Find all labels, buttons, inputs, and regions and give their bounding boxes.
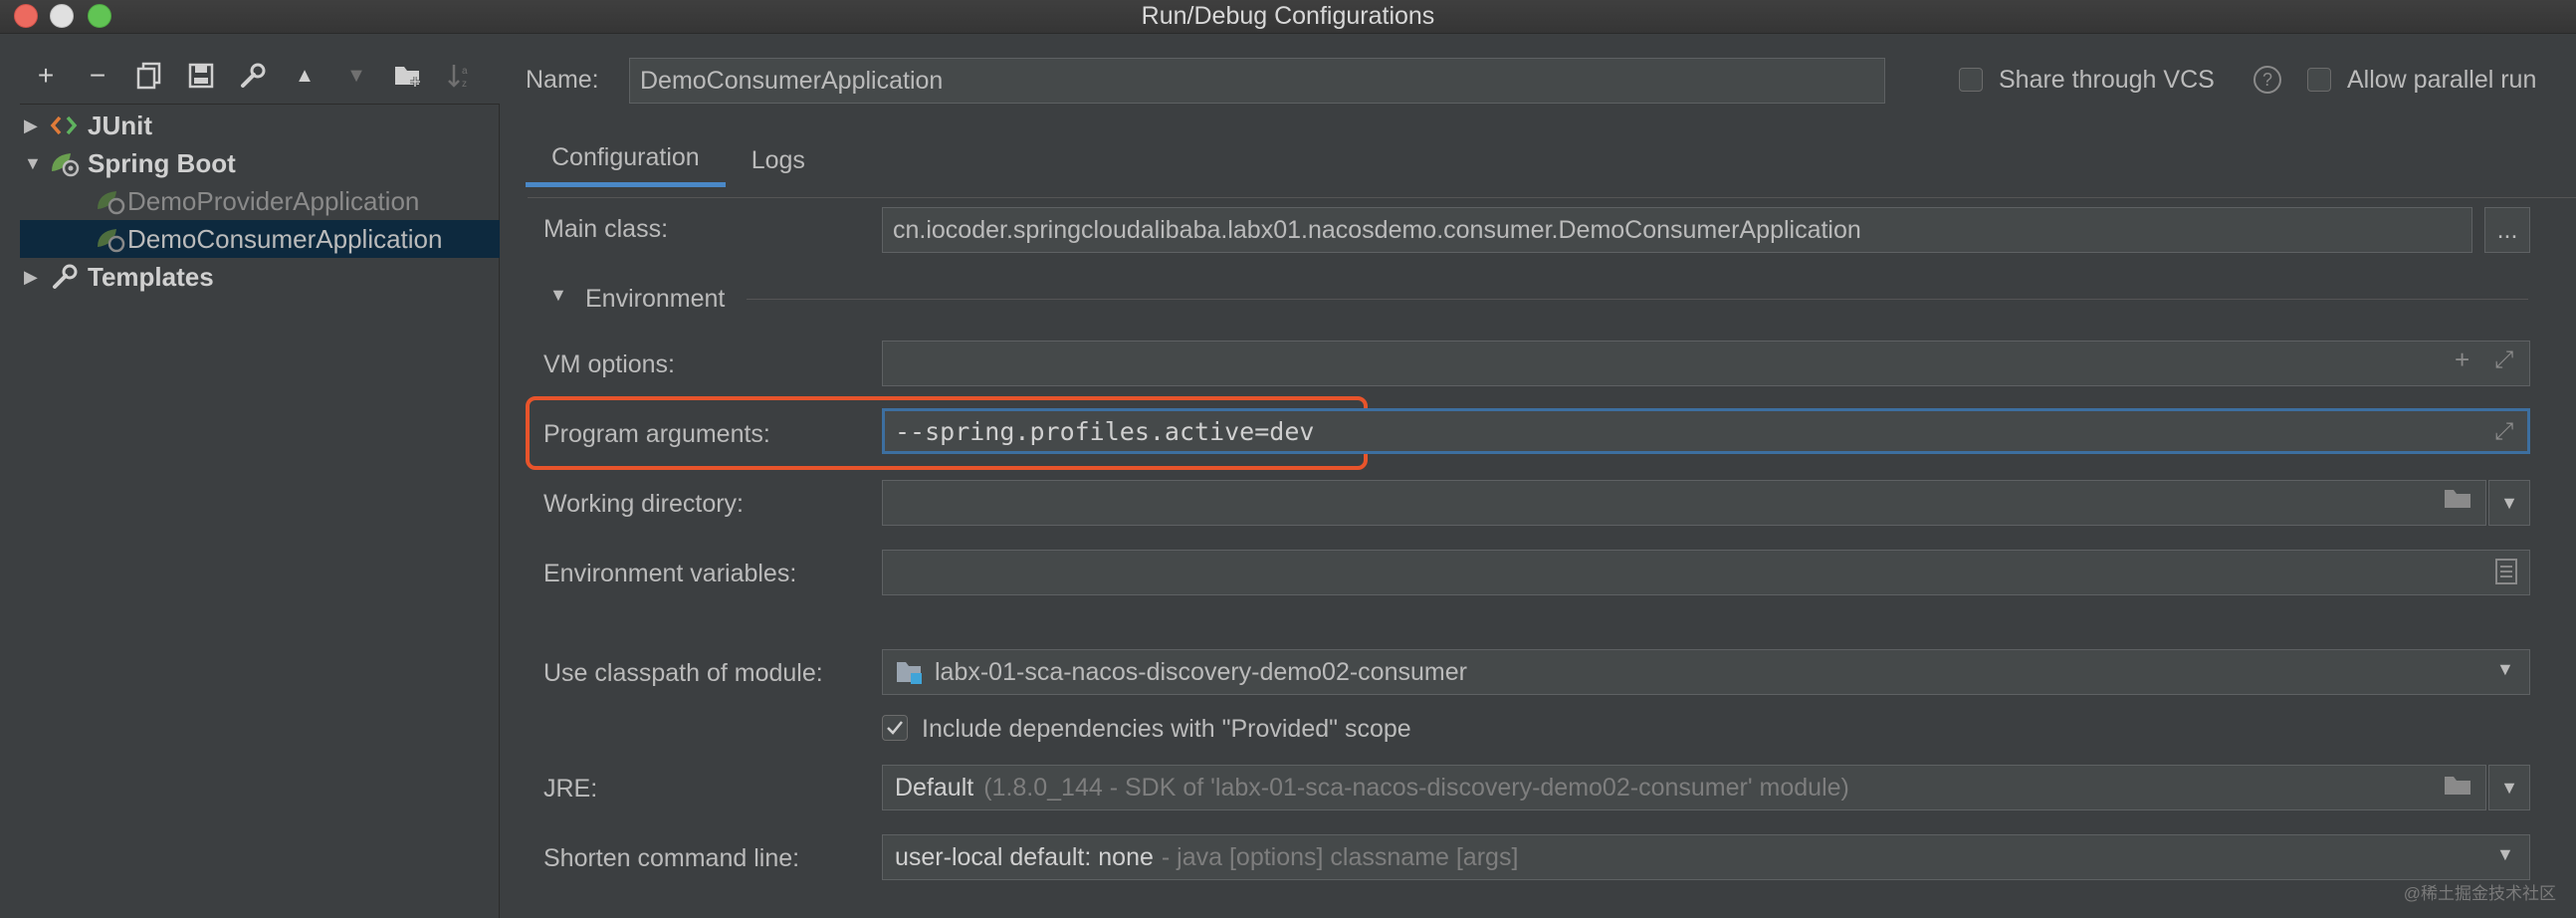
- tree-item-label: Spring Boot: [88, 147, 236, 178]
- folder-add-icon[interactable]: [382, 56, 434, 96]
- parallel-run-checkbox[interactable]: [2307, 68, 2331, 92]
- list-icon[interactable]: [2494, 558, 2518, 592]
- program-arguments-label: Program arguments:: [543, 420, 770, 448]
- folder-icon[interactable]: [2443, 773, 2472, 805]
- environment-section-label[interactable]: Environment: [585, 285, 725, 314]
- shorten-value: user-local default: none: [895, 842, 1154, 871]
- tree-item-label: Templates: [88, 261, 214, 292]
- name-label: Name:: [526, 66, 599, 94]
- classpath-module-value: labx-01-sca-nacos-discovery-demo02-consu…: [935, 657, 1467, 686]
- chevron-down-icon[interactable]: ▼: [2488, 480, 2530, 526]
- main-class-field[interactable]: cn.iocoder.springcloudalibaba.labx01.nac…: [882, 207, 2472, 253]
- config-tabs: Configuration Logs: [526, 133, 831, 191]
- chevron-down-icon[interactable]: ▼: [2496, 844, 2514, 865]
- shorten-command-line-select[interactable]: user-local default: none - java [options…: [882, 834, 2530, 880]
- name-field[interactable]: DemoConsumerApplication: [629, 58, 1885, 104]
- folder-icon[interactable]: [2443, 486, 2472, 519]
- tree-item-spring-boot[interactable]: ▼ Spring Boot: [20, 144, 236, 182]
- include-dependencies-label: Include dependencies with "Provided" sco…: [922, 715, 1411, 743]
- add-icon[interactable]: +: [20, 56, 72, 96]
- add-icon[interactable]: +: [2455, 344, 2469, 375]
- tree-item-label: DemoProviderApplication: [127, 185, 420, 216]
- working-directory-label: Working directory:: [543, 490, 744, 518]
- remove-icon[interactable]: −: [72, 56, 123, 96]
- working-directory-field[interactable]: [882, 480, 2486, 526]
- expand-icon[interactable]: ⤢: [2494, 346, 2513, 374]
- sort-icon[interactable]: az: [434, 56, 486, 96]
- environment-variables-label: Environment variables:: [543, 560, 797, 587]
- expand-arrow-icon[interactable]: ▶: [24, 267, 48, 288]
- jre-detail: (1.8.0_144 - SDK of 'labx-01-sca-nacos-d…: [983, 773, 1849, 802]
- classpath-module-select[interactable]: labx-01-sca-nacos-discovery-demo02-consu…: [882, 649, 2530, 695]
- module-folder-icon: [895, 658, 925, 686]
- spring-boot-run-icon: [94, 187, 127, 215]
- tree-item-templates[interactable]: ▶ Templates: [20, 258, 214, 296]
- svg-text:a: a: [462, 66, 468, 77]
- environment-variables-field[interactable]: [882, 550, 2530, 595]
- expand-icon[interactable]: ⤢: [2494, 418, 2513, 446]
- spring-boot-icon: [48, 149, 82, 177]
- share-vcs-checkbox[interactable]: [1959, 68, 1983, 92]
- tree-item-provider[interactable]: DemoProviderApplication: [20, 182, 419, 220]
- spring-boot-run-icon: [94, 225, 127, 253]
- tree-item-consumer[interactable]: DemoConsumerApplication: [20, 220, 500, 258]
- tree-item-label: JUnit: [88, 110, 152, 140]
- junit-icon: [48, 115, 82, 136]
- configuration-tree: ▶ JUnit ▼ Spring Boot DemoProviderApplic…: [20, 104, 500, 918]
- classpath-module-label: Use classpath of module:: [543, 659, 823, 687]
- jre-value: Default: [895, 773, 974, 802]
- vm-options-field[interactable]: [882, 341, 2530, 386]
- browse-button[interactable]: ...: [2484, 207, 2530, 253]
- tab-logs[interactable]: Logs: [726, 133, 831, 187]
- share-vcs-label: Share through VCS: [1999, 66, 2215, 94]
- chevron-down-icon[interactable]: ▼: [2488, 765, 2530, 810]
- wrench-icon[interactable]: [227, 56, 279, 96]
- shorten-detail: - java [options] classname [args]: [1161, 842, 1519, 871]
- chevron-down-icon[interactable]: ▼: [2496, 659, 2514, 680]
- window-title: Run/Debug Configurations: [1141, 2, 1435, 30]
- jre-label: JRE:: [543, 775, 598, 803]
- tree-item-label: DemoConsumerApplication: [127, 223, 443, 254]
- help-icon[interactable]: ?: [2254, 66, 2281, 94]
- main-class-label: Main class:: [543, 215, 669, 243]
- include-dependencies-checkbox[interactable]: [882, 715, 908, 741]
- config-toolbar: + − ▲ ▼ az: [20, 56, 486, 96]
- svg-text:z: z: [462, 79, 467, 90]
- jre-field[interactable]: Default (1.8.0_144 - SDK of 'labx-01-sca…: [882, 765, 2486, 810]
- tab-configuration[interactable]: Configuration: [526, 133, 726, 187]
- collapse-arrow-icon[interactable]: ▼: [549, 285, 567, 306]
- parallel-run-label: Allow parallel run: [2347, 66, 2537, 94]
- copy-icon[interactable]: [123, 56, 175, 96]
- expand-arrow-icon[interactable]: ▶: [24, 115, 48, 136]
- move-up-icon[interactable]: ▲: [279, 56, 330, 96]
- move-down-icon[interactable]: ▼: [330, 56, 382, 96]
- section-divider: [747, 299, 2528, 300]
- program-arguments-field[interactable]: --spring.profiles.active=dev: [882, 408, 2530, 454]
- save-icon[interactable]: [175, 56, 227, 96]
- watermark: @稀土掘金技术社区: [2403, 884, 2556, 903]
- shorten-command-line-label: Shorten command line:: [543, 844, 800, 872]
- tree-item-junit[interactable]: ▶ JUnit: [20, 107, 152, 144]
- collapse-arrow-icon[interactable]: ▼: [24, 153, 48, 174]
- title-bar: Run/Debug Configurations: [0, 0, 2576, 34]
- vm-options-label: VM options:: [543, 350, 676, 378]
- wrench-icon: [48, 263, 82, 291]
